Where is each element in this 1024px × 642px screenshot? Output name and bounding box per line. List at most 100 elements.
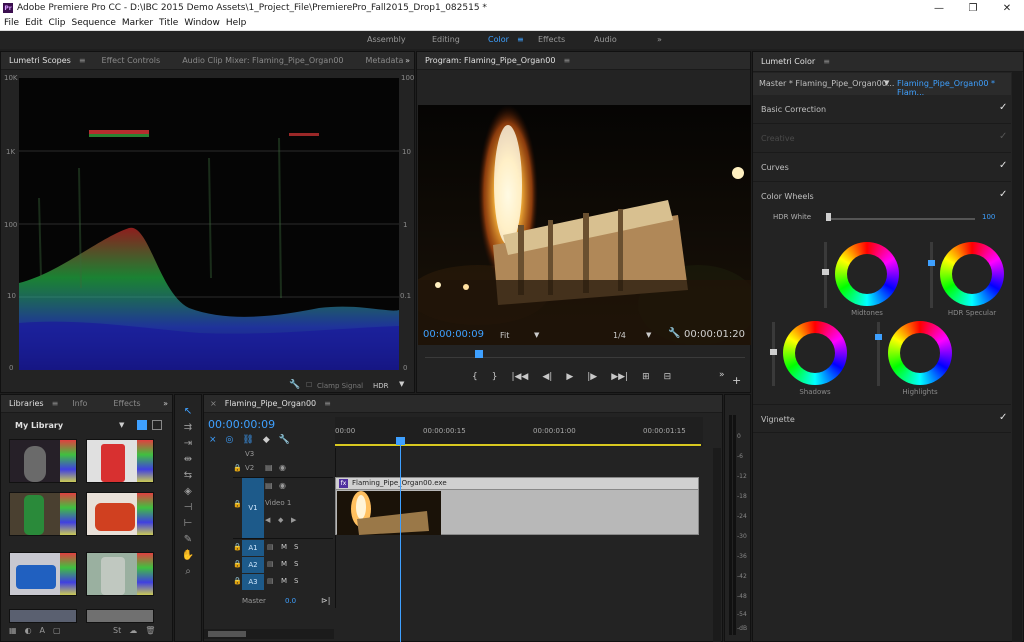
workspace-tab-editing[interactable]: Editing — [432, 35, 460, 44]
resolution-dropdown[interactable]: 1/4 — [613, 331, 626, 340]
add-text-icon[interactable]: A — [40, 626, 45, 635]
rate-stretch-tool-icon[interactable]: ⇆ — [181, 469, 195, 483]
track-label-v1[interactable]: V1 — [242, 478, 264, 538]
ripple-edit-tool-icon[interactable]: ⇥ — [181, 437, 195, 451]
go-to-out-button[interactable]: ▶▶| — [611, 372, 628, 382]
workspace-tab-effects[interactable]: Effects — [538, 35, 565, 44]
color-wheels-check-icon[interactable]: ✓ — [999, 190, 1009, 200]
tab-effects[interactable]: Effects — [113, 399, 140, 408]
sequence-tab[interactable]: Flaming_Pipe_Organ00 — [225, 399, 316, 408]
track-output-icon[interactable]: ▤ — [267, 560, 274, 568]
play-button[interactable]: ▶ — [566, 372, 573, 382]
lumetri-menu-icon[interactable]: ≡ — [823, 57, 830, 66]
tab-info[interactable]: Info — [72, 399, 87, 408]
timeline-vertical-scrollbar[interactable] — [713, 448, 721, 642]
rolling-edit-tool-icon[interactable]: ⇹ — [181, 453, 195, 467]
hdr-specular-level-slider[interactable] — [928, 242, 935, 308]
library-thumbnail[interactable] — [9, 439, 77, 483]
menu-help[interactable]: Help — [226, 18, 247, 28]
chevron-down-icon[interactable]: ▼ — [119, 421, 124, 429]
lumetri-title[interactable]: Lumetri Color — [761, 57, 815, 66]
libraries-overflow-icon[interactable]: » — [163, 399, 168, 408]
curves-check-icon[interactable]: ✓ — [999, 161, 1009, 171]
workspace-overflow-icon[interactable]: » — [657, 35, 662, 44]
timeline-settings-icon[interactable]: 🔧 — [279, 435, 290, 445]
hand-tool-icon[interactable]: ✋ — [181, 549, 195, 563]
workspace-tab-color[interactable]: Color — [488, 35, 509, 44]
linked-selection-icon[interactable]: ⛓ — [242, 435, 253, 445]
add-layer-icon[interactable]: ▢ — [53, 626, 61, 635]
basic-correction-section[interactable]: Basic Correction ✓ — [753, 95, 1011, 124]
scope-mode-dropdown[interactable]: HDR — [373, 382, 389, 390]
grid-view-icon[interactable] — [137, 420, 147, 430]
basic-correction-check-icon[interactable]: ✓ — [999, 103, 1009, 113]
shadows-level-slider[interactable] — [770, 322, 777, 386]
library-thumbnail[interactable] — [9, 552, 77, 596]
timeline-menu-icon[interactable]: ≡ — [324, 399, 331, 408]
settings-wrench-icon[interactable]: 🔧 — [668, 328, 680, 339]
workspace-menu-icon[interactable]: ≡ — [517, 35, 524, 44]
trash-icon[interactable]: 🗑 — [145, 626, 155, 635]
menu-title[interactable]: Title — [159, 18, 178, 28]
list-view-icon[interactable] — [152, 420, 162, 430]
minimize-button[interactable]: — — [922, 0, 956, 16]
master-volume-value[interactable]: 0.0 — [285, 597, 296, 605]
toggle-output-icon[interactable]: ▤ — [265, 481, 273, 490]
maximize-button[interactable]: ❐ — [956, 0, 990, 16]
scopes-menu-icon[interactable]: ≡ — [79, 56, 86, 65]
library-thumbnail[interactable] — [86, 609, 154, 623]
close-button[interactable]: ✕ — [990, 0, 1024, 16]
program-current-timecode[interactable]: 00:00:00:09 — [423, 329, 484, 340]
track-label-a2[interactable]: A2 — [242, 557, 264, 573]
solo-button[interactable]: S — [294, 560, 298, 568]
menu-file[interactable]: File — [4, 18, 19, 28]
chevron-down-icon[interactable]: ▼ — [534, 331, 539, 339]
playhead-scrubber[interactable] — [425, 357, 745, 358]
add-color-icon[interactable]: ◐ — [25, 626, 32, 635]
toggle-output-icon[interactable]: ▤ — [265, 463, 273, 472]
add-keyframe-icon[interactable]: ◆ — [278, 516, 283, 524]
chevron-down-icon[interactable]: ▼ — [646, 331, 651, 339]
track-label-v2[interactable]: V2 — [245, 464, 254, 472]
eye-icon[interactable]: ◉ — [279, 481, 286, 490]
chevron-down-icon[interactable]: ▼ — [399, 380, 404, 388]
mark-in-button[interactable]: { — [472, 372, 478, 382]
midtones-color-wheel[interactable] — [835, 242, 899, 306]
mute-button[interactable]: M — [281, 560, 287, 568]
solo-button[interactable]: S — [294, 577, 298, 585]
library-dropdown[interactable]: My Library — [15, 421, 63, 430]
step-forward-button[interactable]: |▶ — [587, 372, 597, 382]
highlights-color-wheel[interactable] — [888, 321, 952, 385]
menu-edit[interactable]: Edit — [25, 18, 42, 28]
add-marker-icon[interactable]: ◆ — [263, 435, 270, 445]
track-output-icon[interactable]: ▤ — [267, 577, 274, 585]
snap-icon[interactable]: ◎ — [226, 435, 234, 445]
lift-button[interactable]: ⊞ — [642, 372, 650, 382]
master-clip-label[interactable]: Master * Flaming_Pipe_Organ00... — [759, 79, 894, 88]
hdr-white-slider[interactable] — [827, 218, 975, 220]
menu-sequence[interactable]: Sequence — [72, 18, 116, 28]
workspace-tab-assembly[interactable]: Assembly — [367, 35, 406, 44]
highlights-level-slider[interactable] — [875, 322, 882, 386]
lock-icon[interactable]: 🔒 — [233, 577, 242, 585]
hdr-white-slider-knob[interactable] — [826, 213, 831, 221]
timeline-clip-v1[interactable]: fx Flaming_Pipe_Organ00.exe — [335, 477, 699, 535]
pen-tool-icon[interactable]: ✎ — [181, 533, 195, 547]
work-area-bar[interactable] — [335, 444, 701, 446]
track-label-v3[interactable]: V3 — [245, 450, 254, 458]
menu-marker[interactable]: Marker — [122, 18, 153, 28]
tab-audio-clip-mixer[interactable]: Audio Clip Mixer: Flaming_Pipe_Organ00 — [182, 56, 343, 65]
eye-icon[interactable]: ◉ — [279, 463, 286, 472]
prev-keyframe-icon[interactable]: ◀ — [265, 516, 270, 524]
tab-lumetri-scopes[interactable]: Lumetri Scopes — [9, 56, 71, 65]
lock-icon[interactable]: 🔒 — [233, 500, 242, 508]
slide-tool-icon[interactable]: ⊢ — [181, 517, 195, 531]
razor-tool-icon[interactable]: ◈ — [181, 485, 195, 499]
clamp-signal-checkbox[interactable]: ☐ — [306, 381, 312, 389]
extract-button[interactable]: ⊟ — [664, 372, 672, 382]
hdr-white-value[interactable]: 100 — [982, 213, 995, 221]
library-thumbnail[interactable] — [9, 492, 77, 536]
zoom-tool-icon[interactable]: ⌕ — [181, 565, 195, 579]
creative-check-icon[interactable]: ✓ — [999, 132, 1009, 142]
add-graphic-icon[interactable]: ▦ — [9, 626, 17, 635]
